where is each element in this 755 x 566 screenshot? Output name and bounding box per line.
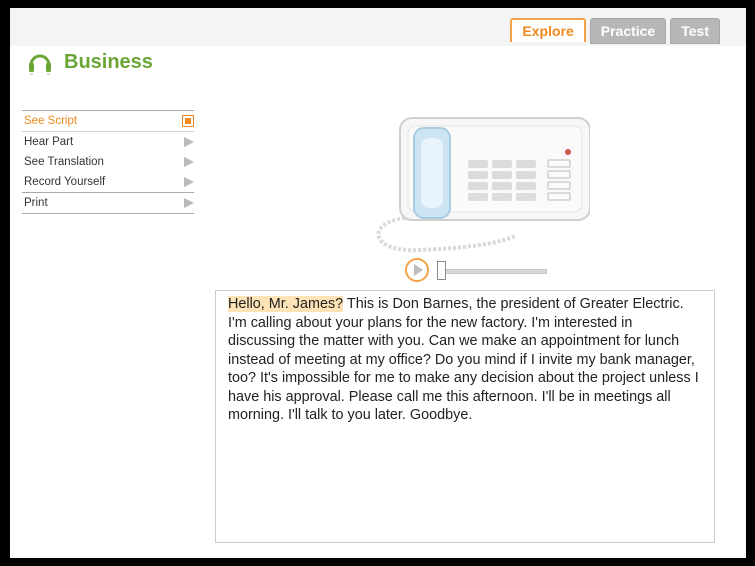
tab-practice[interactable]: Practice bbox=[589, 18, 667, 44]
menu-print-label: Print bbox=[24, 197, 48, 209]
tab-explore[interactable]: Explore bbox=[510, 18, 586, 42]
seek-track[interactable] bbox=[445, 269, 547, 274]
seek-thumb[interactable] bbox=[437, 261, 446, 280]
script-highlight: Hello, Mr. James? bbox=[228, 296, 344, 312]
menu-see-script-label: See Script bbox=[24, 115, 78, 127]
arrow-right-icon bbox=[184, 198, 194, 208]
menu-see-script[interactable]: See Script bbox=[22, 110, 194, 132]
headphones-icon bbox=[29, 54, 51, 75]
menu-hear-part[interactable]: Hear Part bbox=[22, 132, 194, 152]
menu-record-yourself-label: Record Yourself bbox=[24, 176, 106, 188]
app-window: Explore Practice Test Business See Scrip… bbox=[10, 8, 746, 558]
menu-see-translation[interactable]: See Translation bbox=[22, 152, 194, 172]
audio-player bbox=[405, 258, 555, 284]
menu-print[interactable]: Print bbox=[22, 192, 194, 214]
menu-record-yourself[interactable]: Record Yourself bbox=[22, 172, 194, 192]
mode-tabs: Explore Practice Test bbox=[510, 18, 720, 44]
menu-see-translation-label: See Translation bbox=[24, 156, 104, 168]
side-menu: See Script Hear Part See Translation Rec… bbox=[22, 110, 194, 214]
telephone-illustration bbox=[376, 117, 590, 253]
script-text-box: Hello, Mr. James? This is Don Barnes, th… bbox=[215, 290, 715, 543]
lesson-header: Business bbox=[28, 48, 153, 76]
tab-test[interactable]: Test bbox=[670, 18, 720, 44]
arrow-right-icon bbox=[184, 137, 194, 147]
play-button[interactable] bbox=[405, 258, 429, 282]
script-body: This is Don Barnes, the president of Gre… bbox=[228, 296, 699, 423]
arrow-right-icon bbox=[184, 157, 194, 167]
menu-hear-part-label: Hear Part bbox=[24, 136, 74, 148]
lesson-title: Business bbox=[64, 50, 153, 73]
stop-icon bbox=[182, 115, 194, 127]
arrow-right-icon bbox=[184, 177, 194, 187]
